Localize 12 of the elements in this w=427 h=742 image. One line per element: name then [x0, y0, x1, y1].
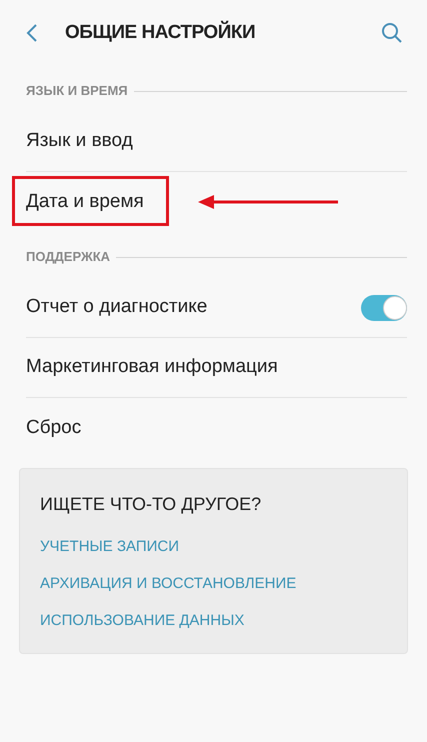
setting-label[interactable]: Отчет о диагностике: [26, 293, 208, 322]
setting-label[interactable]: Язык и ввод: [26, 127, 133, 156]
section-header: ПОДДЕРЖКА: [26, 248, 110, 266]
back-icon: [26, 23, 38, 43]
setting-label[interactable]: Сброс: [26, 414, 82, 442]
section-header: ЯЗЫК И ВРЕМЯ: [26, 82, 128, 100]
page-title: ОБЩИЕ НАСТРОЙКИ: [65, 20, 256, 45]
card-title: ИЩЕТЕ ЧТО-ТО ДРУГОЕ?: [40, 493, 262, 516]
setting-label[interactable]: Маркетинговая информация: [26, 353, 278, 382]
setting-label[interactable]: Дата и время: [26, 188, 144, 216]
search-icon: [381, 22, 403, 44]
toggle-switch[interactable]: [361, 294, 407, 320]
